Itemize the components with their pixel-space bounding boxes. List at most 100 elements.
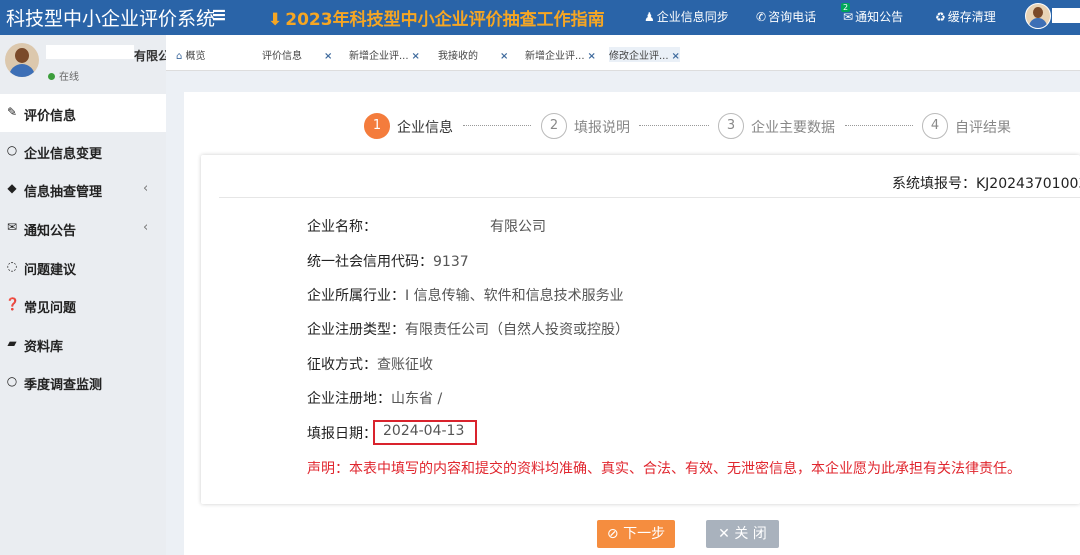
nav-consult-phone[interactable]: ✆ 咨询电话 [756,8,816,25]
step-label: 填报说明 [574,120,630,136]
field-registration-type: 企业注册类型：有限责任公司（自然人投资或控股） [307,319,629,339]
envelope-icon: ✉ [843,10,854,24]
step-label: 企业主要数据 [751,120,835,136]
online-dot-icon [48,73,55,80]
recycle-icon: ♻ [935,10,946,24]
field-value: 有限责任公司（自然人投资或控股） [405,322,629,338]
comment-icon: ◌ [6,259,18,273]
sidebar-item-label: 企业信息变更 [24,147,103,162]
legal-declaration: 声明：本表中填写的内容和提交的资料均准确、真实、合法、有效、无泄密信息，本企业愿… [307,461,1021,477]
field-company-name: 企业名称： 有限公司 [307,216,546,236]
nav-consult-phone-label: 咨询电话 [768,10,817,24]
field-value: 有限公司 [490,219,546,235]
tab-label: 新增企业评... [349,51,409,62]
page-tabs: ⌂ 概览 评价信息 × 新增企业评... × 我接收的 × 新增企业评... × 修改企… [166,35,1080,71]
field-filing-date-label: 填报日期： [307,426,377,442]
tab-new-evaluation-2[interactable]: 新增企业评... × [525,47,596,62]
sidebar-item-label: 信息抽查管理 [24,185,103,200]
notice-count-badge: 2 [841,3,851,12]
step-connector [845,125,913,126]
question-icon: ❓ [5,297,20,311]
field-label: 企业注册类型： [307,322,405,338]
nav-clear-cache[interactable]: ♻ 缓存清理 [935,8,996,25]
nav-sync-company[interactable]: ♟ 企业信息同步 [644,8,729,25]
step-number: 2 [541,113,567,139]
close-button[interactable]: ✕ 关 闭 [706,520,779,548]
tab-evaluation-info[interactable]: 评价信息 × [262,47,332,62]
sidebar-item-info-change[interactable]: ○ 企业信息变更 [0,132,166,170]
field-value: 9137 [433,254,469,270]
tab-label: 评价信息 [262,51,302,62]
close-icon: ✕ [718,526,730,542]
sidebar-item-label: 季度调查监测 [24,378,103,393]
sidebar-item-label: 通知公告 [24,224,77,239]
field-value: I 信息传输、软件和信息技术服务业 [405,288,624,304]
avatar [5,43,39,77]
circle-icon: ○ [6,374,18,388]
field-label: 征收方式： [307,357,377,373]
step-connector [639,125,709,126]
sidebar-item-spot-check[interactable]: ◆ 信息抽查管理 ‹ [0,170,166,208]
user-icon: ♟ [644,10,655,24]
sidebar-item-suggestions[interactable]: ◌ 问题建议 [0,248,166,286]
phone-icon: ✆ [756,10,767,24]
company-name-partial: 有限公 [134,49,166,63]
online-status: 在线 [48,68,79,83]
sidebar-item-notices[interactable]: ✉ 通知公告 ‹ [0,209,166,247]
guide-banner-text: 2023年科技型中小企业评价抽查工作指南 [285,10,605,30]
divider [219,197,1080,198]
step-number: 3 [718,113,744,139]
circle-icon: ○ [6,143,18,157]
next-step-label: 下一步 [623,526,666,542]
close-icon[interactable]: × [412,51,420,62]
tab-received[interactable]: 我接收的 × [438,47,508,62]
sidebar-item-label: 评价信息 [24,109,77,124]
chevron-left-icon: ‹ [143,181,149,196]
field-value: 查账征收 [377,357,433,373]
close-icon[interactable]: × [672,51,680,62]
close-icon[interactable]: × [324,51,332,62]
field-label: 统一社会信用代码： [307,254,433,270]
sidebar-item-label: 问题建议 [24,263,77,278]
sidebar-item-library[interactable]: ▰ 资料库 [0,325,166,363]
field-label: 企业注册地： [307,391,391,407]
nav-notices[interactable]: ✉ 2 通知公告 [841,3,904,25]
sidebar-item-quarterly-survey[interactable]: ○ 季度调查监测 [0,363,166,401]
menu-toggle-button[interactable]: ≡ [211,4,227,26]
app-title: 科技型中小企业评价系统 [6,8,216,30]
nav-notices-label: 通知公告 [855,10,904,24]
system-filing-number: 系统填报号：KJ202437010030 [892,176,1080,192]
field-credit-code: 统一社会信用代码：9137 [307,251,469,271]
user-name-redacted[interactable] [1052,8,1080,23]
guide-banner-link[interactable]: ⬇ 2023年科技型中小企业评价抽查工作指南 [268,5,605,30]
sidebar-item-faq[interactable]: ❓ 常见问题 [0,286,166,324]
sidebar-item-evaluation-info[interactable]: ✎ 评价信息 [0,94,166,132]
step-label: 自评结果 [955,120,1011,136]
tab-edit-evaluation[interactable]: 修改企业评... × [609,47,680,62]
step-connector [463,125,531,126]
filing-date-value: 2024-04-13 [383,423,465,439]
folder-icon: ▰ [7,336,17,350]
tab-label: 修改企业评... [609,51,669,62]
user-panel: 有限公 在线 [0,35,166,92]
tab-overview[interactable]: ⌂ 概览 [176,47,206,62]
field-registration-place: 企业注册地：山东省 / [307,388,442,408]
download-icon: ⬇ [268,10,283,30]
field-label: 企业所属行业： [307,288,405,304]
nav-clear-cache-label: 缓存清理 [947,10,996,24]
field-collection-method: 征收方式：查账征收 [307,354,433,374]
close-icon[interactable]: × [588,51,596,62]
tab-label: 我接收的 [438,51,478,62]
edit-icon: ✎ [6,105,18,119]
envelope-icon: ✉ [6,220,18,234]
user-avatar-top[interactable] [1025,3,1051,29]
tab-new-evaluation-1[interactable]: 新增企业评... × [349,47,420,62]
field-label: 企业名称： [307,219,377,235]
step-number: 4 [922,113,948,139]
sidebar-item-label: 常见问题 [24,301,77,316]
chevron-left-icon: ‹ [143,220,149,235]
step-number: 1 [364,113,390,139]
next-step-button[interactable]: ⊘ 下一步 [597,520,675,548]
close-icon[interactable]: × [500,51,508,62]
field-value: 山东省 / [391,391,443,407]
